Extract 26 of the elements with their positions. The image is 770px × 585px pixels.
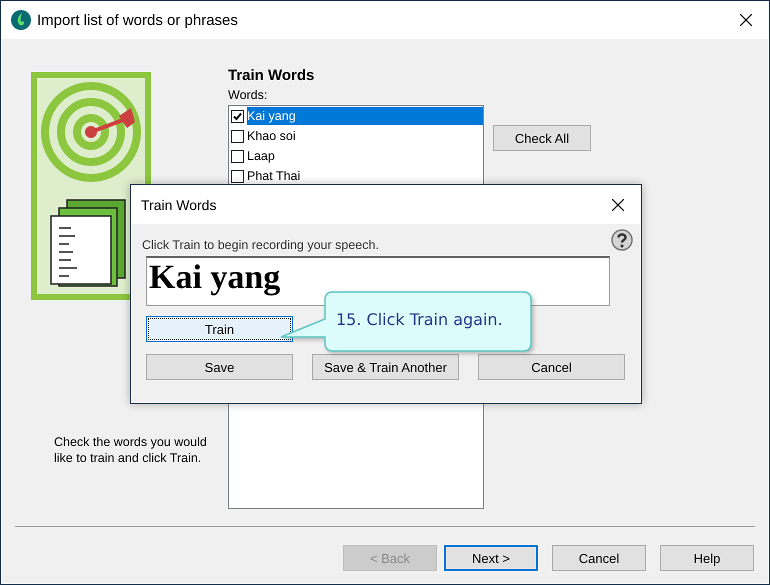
wizard-button[interactable]: Help <box>660 545 754 571</box>
close-icon[interactable] <box>612 198 624 210</box>
dialog-button[interactable]: Save & Train Another <box>312 354 459 380</box>
dialog-instruction: Click Train to begin recording your speech. <box>142 237 379 252</box>
callout-text: 15. Click Train again. <box>336 310 503 329</box>
list-label: Words: <box>228 88 268 103</box>
instruction-text: Check the words you would like to train and click Train. <box>54 434 208 466</box>
page-title: Train Words <box>228 67 316 85</box>
word-list-item[interactable]: Khao soi <box>229 126 483 146</box>
help-icon[interactable] <box>611 229 633 251</box>
flame-logo-icon <box>11 10 31 30</box>
close-icon[interactable] <box>740 14 752 26</box>
wizard-button[interactable]: Cancel <box>552 545 646 571</box>
wizard-button[interactable]: Next > <box>444 545 538 571</box>
word-list-item[interactable]: Phat Thai <box>229 166 483 186</box>
checkbox[interactable] <box>231 170 244 182</box>
checkbox[interactable] <box>231 130 244 142</box>
window-title: Import list of words or phrases <box>37 12 239 28</box>
dialog-button[interactable]: Cancel <box>478 354 625 380</box>
dialog-button[interactable]: Save <box>146 354 293 380</box>
dialog-title: Train Words <box>141 196 218 212</box>
checkbox[interactable] <box>231 150 244 162</box>
check-all-button[interactable]: Check All <box>493 125 591 151</box>
checkbox[interactable] <box>231 110 244 122</box>
train-button[interactable]: Train <box>146 316 293 342</box>
word-list-item[interactable]: Laap <box>229 146 483 166</box>
